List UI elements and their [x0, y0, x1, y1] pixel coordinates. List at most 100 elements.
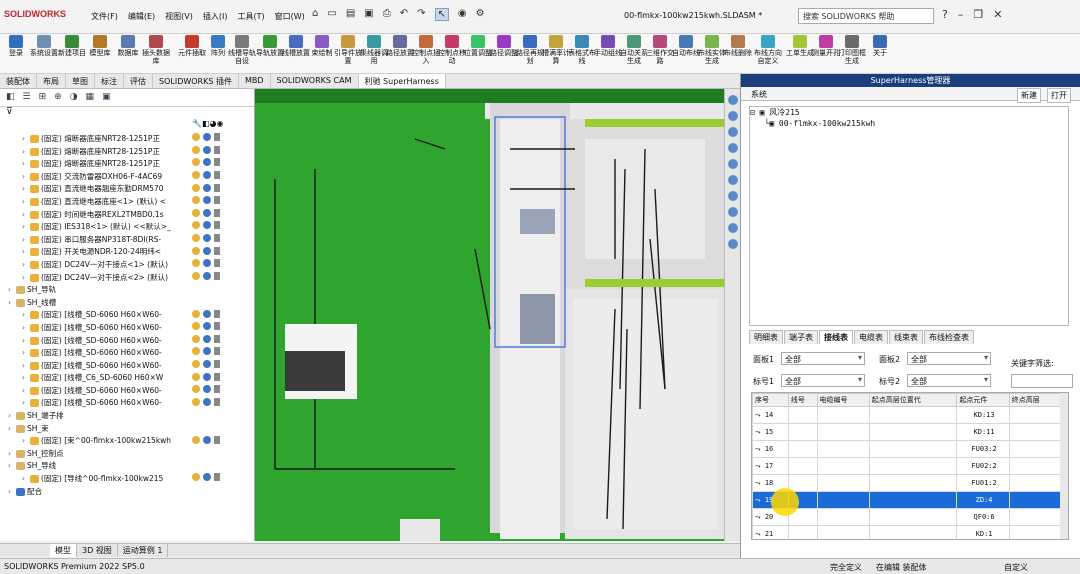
start-component-cell[interactable]: KD:13 [956, 406, 1010, 424]
table-tab[interactable]: 电缆表 [854, 330, 888, 344]
table-cell[interactable] [1008, 423, 1063, 441]
expand-arrow-icon[interactable]: › [8, 297, 16, 310]
table-cell[interactable] [868, 406, 958, 424]
tree-item[interactable]: › SH_端子排 [0, 410, 200, 423]
table-cell[interactable] [1008, 508, 1063, 526]
help-search-input[interactable]: 搜索 SOLIDWORKS 帮助 [798, 8, 934, 24]
expand-arrow-icon[interactable]: › [22, 435, 30, 448]
ribbon-button[interactable]: 路径再规划 [516, 35, 544, 65]
ribbon-button[interactable]: 关于 [866, 35, 894, 57]
table-tab[interactable]: 布线检查表 [924, 330, 974, 344]
table-cell[interactable] [1008, 474, 1063, 492]
expand-arrow-icon[interactable]: › [22, 146, 30, 159]
scene-icon[interactable] [727, 207, 738, 217]
column-header[interactable]: 序号 [752, 393, 789, 407]
section-icon[interactable] [727, 143, 738, 153]
table-cell[interactable] [787, 525, 818, 539]
new-icon[interactable]: ▭ [327, 8, 336, 21]
table-cell[interactable] [787, 474, 818, 492]
table-tab[interactable]: 明细表 [749, 330, 783, 344]
expand-arrow-icon[interactable]: › [22, 246, 30, 259]
tree-item[interactable]: › (固定) [线槽_SD-6060 H60×W60- [0, 347, 200, 360]
table-row[interactable]: ⤳ 20 QF0:6 [752, 508, 1063, 526]
table-row[interactable]: ⤳ 18 FU01:2 [752, 474, 1063, 492]
panel1-select[interactable]: 全部 [781, 352, 865, 365]
ribbon-button[interactable]: 路径放置 [386, 35, 414, 57]
harness-icon[interactable]: ▣ [102, 92, 111, 103]
tree-item[interactable]: › (固定) [线槽_SD-6060 H60×W60- [0, 335, 200, 348]
menu-item[interactable]: 编辑(E) [123, 11, 160, 22]
tree-item[interactable]: › (固定) [线槽_SD-6060 H60×W60- [0, 385, 200, 398]
ribbon-button[interactable]: 插头数据库 [142, 35, 170, 65]
table-cell[interactable] [868, 457, 958, 475]
keyword-filter-input[interactable] [1011, 374, 1073, 388]
expand-arrow-icon[interactable]: › [22, 397, 30, 410]
ribbon-button[interactable]: 槽满率计算 [542, 35, 570, 65]
graphics-area[interactable] [255, 89, 725, 541]
column-header[interactable]: 电缆编号 [816, 393, 870, 407]
table-cell[interactable] [1008, 406, 1063, 424]
tree-item[interactable]: › SH_束 [0, 423, 200, 436]
tree-item[interactable]: › (固定) [线槽_SD-6060 H60×W60- [0, 397, 200, 410]
panel2-select[interactable]: 全部 [907, 352, 991, 365]
expand-arrow-icon[interactable]: › [22, 171, 30, 184]
command-tab[interactable]: SOLIDWORKS 插件 [153, 74, 239, 88]
expand-arrow-icon[interactable]: › [8, 460, 16, 473]
menu-item[interactable]: 工具(T) [232, 11, 269, 22]
open-icon[interactable]: ▤ [346, 8, 355, 21]
table-tab[interactable]: 线束表 [889, 330, 923, 344]
ribbon-button[interactable]: 数据库 [114, 35, 142, 57]
table-cell[interactable] [787, 423, 818, 441]
table-cell[interactable] [868, 423, 958, 441]
rebuild-icon[interactable]: ◉ [458, 8, 467, 21]
project-node[interactable]: ⊟ ▣ 风冷215 [750, 107, 1068, 118]
bottom-tab[interactable]: 运动算例 1 [118, 544, 169, 557]
ribbon-button[interactable]: 新建项目 [58, 35, 86, 57]
tag2-select[interactable]: 全部 [907, 374, 991, 387]
table-scrollbar[interactable] [1060, 393, 1068, 539]
table-row[interactable]: ⤳ 15 KD:11 [752, 423, 1063, 441]
column-header[interactable]: 终点高层 [1008, 393, 1063, 407]
ribbon-button[interactable]: 登录 [2, 35, 30, 57]
print-icon[interactable]: ⎙ [383, 8, 391, 21]
expand-arrow-icon[interactable]: › [22, 322, 30, 335]
command-tab[interactable]: MBD [239, 74, 271, 88]
command-tab[interactable]: 布局 [37, 74, 66, 88]
rotate-icon[interactable] [727, 127, 738, 137]
table-cell[interactable] [868, 440, 958, 458]
restore-icon[interactable]: ❐ [973, 8, 983, 21]
tree-item[interactable]: › (固定) [束^00-flmkx-100kw215kwh [0, 435, 200, 448]
expand-arrow-icon[interactable]: › [8, 284, 16, 297]
expand-arrow-icon[interactable]: › [22, 360, 30, 373]
start-component-cell[interactable]: QF0:6 [956, 508, 1010, 526]
ribbon-button[interactable]: 束绘制 [308, 35, 336, 57]
ribbon-button[interactable]: 表格式布线 [568, 35, 596, 65]
table-tab[interactable]: 端子表 [784, 330, 818, 344]
property-icon[interactable]: ☰ [23, 92, 31, 103]
tree-item[interactable]: › 配合 [0, 486, 200, 499]
minimize-icon[interactable]: – [958, 8, 964, 21]
tree-item[interactable]: › (固定) 直流继电器底座<1> (默认) < [0, 196, 200, 209]
expand-arrow-icon[interactable]: › [8, 448, 16, 461]
tree-item[interactable]: › (固定) IES318<1> (默认) <<默认>_ [0, 221, 200, 234]
ribbon-button[interactable]: 工单生成 [786, 35, 814, 57]
help-icon[interactable]: ? [942, 8, 948, 21]
table-cell[interactable] [1008, 440, 1063, 458]
tree-item[interactable]: › (固定) 熔断器底座NRT28-1251P正 [0, 133, 200, 146]
system-tab[interactable]: 系统 [751, 89, 767, 100]
command-tab[interactable]: 草图 [66, 74, 95, 88]
dimxpert-icon[interactable]: ⊕ [54, 92, 62, 103]
expand-arrow-icon[interactable]: › [22, 385, 30, 398]
expand-arrow-icon[interactable]: › [22, 196, 30, 209]
expand-arrow-icon[interactable]: › [22, 158, 30, 171]
menu-item[interactable]: 窗口(W) [270, 11, 310, 22]
ribbon-button[interactable]: 位置调整 [464, 35, 492, 57]
view-settings-icon[interactable] [727, 223, 738, 233]
ribbon-button[interactable]: 线槽导轨自设 [228, 35, 256, 65]
tree-item[interactable]: › (固定) 直流继电器翘座东勤DRM570 [0, 183, 200, 196]
expand-arrow-icon[interactable]: › [22, 209, 30, 222]
table-cell[interactable] [816, 423, 870, 441]
expand-arrow-icon[interactable]: › [22, 473, 30, 486]
tree-item[interactable]: › SH_导轨 [0, 284, 200, 297]
table-cell[interactable] [787, 457, 818, 475]
